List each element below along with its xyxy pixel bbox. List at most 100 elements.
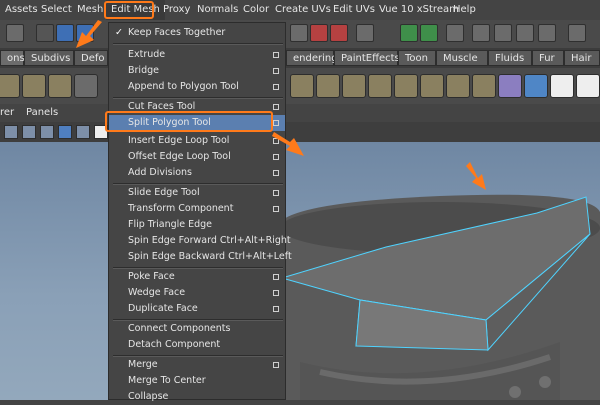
- shelf-tool-icon-7[interactable]: [446, 74, 470, 98]
- option-box-icon[interactable]: [273, 274, 279, 280]
- tab-hair[interactable]: Hair: [564, 50, 600, 66]
- menu-extrude[interactable]: Extrude: [109, 47, 285, 63]
- history-icon[interactable]: [356, 24, 374, 42]
- input-icon[interactable]: [400, 24, 418, 42]
- poly-plane-icon[interactable]: [48, 74, 72, 98]
- tab-subdivs[interactable]: Subdivs: [24, 50, 74, 66]
- model-render: [280, 194, 600, 400]
- shelf-tool-icon-8[interactable]: [472, 74, 496, 98]
- shelf-tool-icon-2[interactable]: [316, 74, 340, 98]
- menu-add-divisions[interactable]: Add Divisions: [109, 165, 285, 181]
- snap-icon[interactable]: [290, 24, 308, 42]
- menu-proxy[interactable]: Proxy: [158, 0, 195, 20]
- menu-duplicate-face[interactable]: Duplicate Face: [109, 301, 285, 317]
- shelf-tool-icon-3[interactable]: [342, 74, 366, 98]
- shelf-tool-icon-1[interactable]: [290, 74, 314, 98]
- option-box-icon[interactable]: [273, 190, 279, 196]
- menu-color[interactable]: Color: [238, 0, 274, 20]
- menu-connect-components[interactable]: Connect Components: [109, 321, 285, 337]
- camera-icon[interactable]: [4, 125, 18, 139]
- menu-detach-component[interactable]: Detach Component: [109, 337, 285, 353]
- settings-icon[interactable]: [568, 24, 586, 42]
- tab-rendering[interactable]: endering: [286, 50, 338, 66]
- menu-poke-face[interactable]: Poke Face: [109, 269, 285, 285]
- menu-item-label: Extrude: [128, 49, 166, 60]
- menu-item-label: Offset Edge Loop Tool: [128, 151, 231, 162]
- arrow-indicator-split: [272, 132, 304, 156]
- toolbar-icon[interactable]: [6, 24, 24, 42]
- clapper-icon[interactable]: [472, 24, 490, 42]
- menu-transform-component[interactable]: Transform Component: [109, 201, 285, 217]
- shelf-icon-row: [0, 68, 600, 105]
- wire-icon[interactable]: [22, 125, 36, 139]
- menu-merge[interactable]: Merge: [109, 357, 285, 373]
- cube-shade-icon[interactable]: [58, 125, 72, 139]
- option-box-icon[interactable]: [273, 170, 279, 176]
- menu-item-label: Keep Faces Together: [128, 27, 226, 38]
- clapper-icon-2[interactable]: [494, 24, 512, 42]
- poly-sphere-icon[interactable]: [0, 74, 20, 98]
- menu-normals[interactable]: Normals: [192, 0, 243, 20]
- menu-select[interactable]: Select: [36, 0, 77, 20]
- option-box-icon[interactable]: [273, 68, 279, 74]
- option-box-icon[interactable]: [273, 290, 279, 296]
- option-box-icon[interactable]: [273, 52, 279, 58]
- shelf-tool-icon-6[interactable]: [420, 74, 444, 98]
- arrow-indicator-viewport: [466, 162, 486, 190]
- checker-icon[interactable]: [550, 74, 574, 98]
- shelf-tool-icon-10[interactable]: [524, 74, 548, 98]
- option-box-icon[interactable]: [273, 104, 279, 110]
- tab-fur[interactable]: Fur: [532, 50, 564, 66]
- dropdown-icon[interactable]: [36, 24, 54, 42]
- edit-mesh-dropdown: ✓ Keep Faces Together Extrude Bridge Appe…: [108, 22, 292, 402]
- tab-fluids[interactable]: Fluids: [488, 50, 532, 66]
- tab-toon[interactable]: Toon: [398, 50, 436, 66]
- menu-create-uvs[interactable]: Create UVs: [270, 0, 336, 20]
- output-icon[interactable]: [420, 24, 438, 42]
- option-box-icon[interactable]: [273, 84, 279, 90]
- tab-muscle[interactable]: Muscle: [436, 50, 488, 66]
- shelf-tool-icon-5[interactable]: [394, 74, 418, 98]
- menu-bridge[interactable]: Bridge: [109, 63, 285, 79]
- shelf-tool-icon-4[interactable]: [368, 74, 392, 98]
- option-box-icon[interactable]: [273, 206, 279, 212]
- poly-tool-icon[interactable]: [74, 74, 98, 98]
- magnet-icon-2[interactable]: [330, 24, 348, 42]
- sphere-shade-icon[interactable]: [40, 125, 54, 139]
- tab-deformation[interactable]: Defo: [74, 50, 108, 66]
- tab-painteffects[interactable]: PaintEffects: [334, 50, 400, 66]
- checker-icon-2[interactable]: [576, 74, 600, 98]
- clapper-icon-4[interactable]: [538, 24, 556, 42]
- menu-keep-faces-together[interactable]: ✓ Keep Faces Together: [109, 25, 285, 41]
- menu-item-label: Flip Triangle Edge: [128, 219, 213, 230]
- menu-spin-edge-backward[interactable]: Spin Edge Backward Ctrl+Alt+Left: [109, 249, 292, 265]
- menu-offset-edge-loop[interactable]: Offset Edge Loop Tool: [109, 149, 285, 165]
- menu-wedge-face[interactable]: Wedge Face: [109, 285, 285, 301]
- menu-insert-edge-loop[interactable]: Insert Edge Loop Tool: [109, 133, 285, 149]
- menu-flip-triangle-edge[interactable]: Flip Triangle Edge: [109, 217, 285, 233]
- checkmark-icon: ✓: [115, 27, 123, 38]
- render-icon[interactable]: [446, 24, 464, 42]
- tab-polygons[interactable]: ons: [0, 50, 25, 66]
- menu-spin-edge-forward[interactable]: Spin Edge Forward Ctrl+Alt+Right: [109, 233, 291, 249]
- menu-slide-edge[interactable]: Slide Edge Tool: [109, 185, 285, 201]
- magnet-icon[interactable]: [310, 24, 328, 42]
- option-box-icon[interactable]: [273, 120, 279, 126]
- option-box-icon[interactable]: [273, 362, 279, 368]
- clapper-icon-3[interactable]: [516, 24, 534, 42]
- menu-item-label: Transform Component: [128, 203, 234, 214]
- menu-merge-to-center[interactable]: Merge To Center: [109, 373, 285, 389]
- panel-menu-renderer[interactable]: rer: [0, 106, 14, 120]
- option-box-icon[interactable]: [273, 306, 279, 312]
- poly-cylinder-icon[interactable]: [22, 74, 46, 98]
- menu-edit-uvs[interactable]: Edit UVs: [328, 0, 380, 20]
- viewport[interactable]: [0, 142, 600, 400]
- menu-item-label: Add Divisions: [128, 167, 192, 178]
- shelf-tool-icon-9[interactable]: [498, 74, 522, 98]
- menu-append-polygon[interactable]: Append to Polygon Tool: [109, 79, 285, 95]
- menu-collapse[interactable]: Collapse: [109, 389, 285, 405]
- box-icon[interactable]: [76, 125, 90, 139]
- menu-item-label: Connect Components: [128, 323, 231, 334]
- menu-help[interactable]: Help: [448, 0, 481, 20]
- panel-menu-panels[interactable]: Panels: [26, 106, 58, 120]
